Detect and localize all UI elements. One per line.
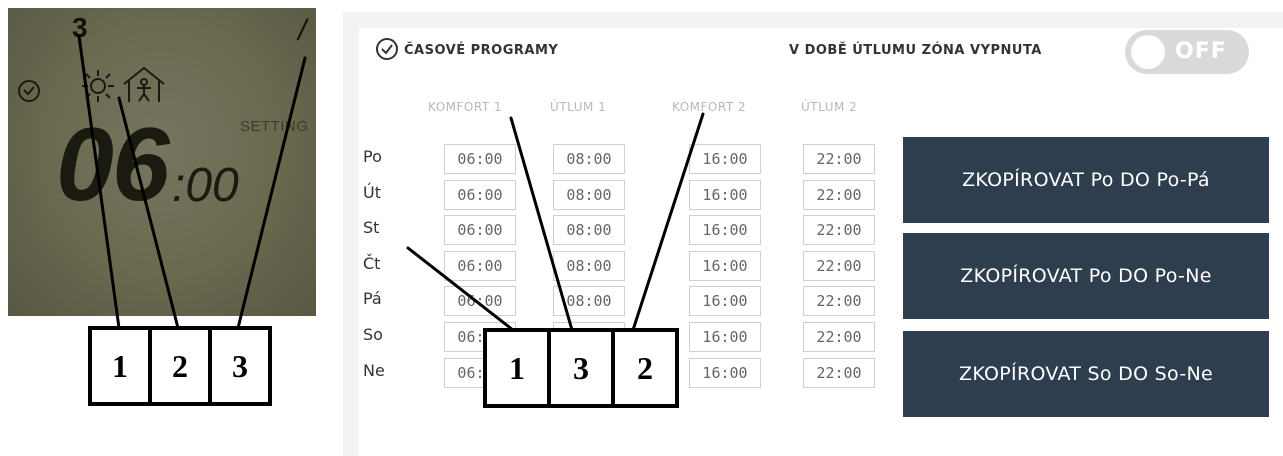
day-label: Út [363, 183, 381, 202]
day-label: Po [363, 147, 382, 166]
day-label: Čt [363, 254, 381, 273]
column-header-komfort-2: KOMFORT 2 [672, 100, 747, 114]
lcd-program-number: 3 [72, 12, 88, 43]
panel-callout-legend: 1 3 2 [483, 328, 679, 408]
time-input[interactable]: 22:00 [803, 322, 875, 352]
day-label: So [363, 325, 383, 344]
time-input[interactable]: 22:00 [803, 251, 875, 281]
time-input[interactable]: 08:00 [553, 180, 625, 210]
time-input[interactable]: 08:00 [553, 215, 625, 245]
time-input[interactable]: 16:00 [689, 251, 761, 281]
time-input[interactable]: 08:00 [553, 144, 625, 174]
callout-box-1: 1 [88, 326, 152, 406]
sun-icon [82, 70, 114, 102]
section-title: ČASOVÉ PROGRAMY [404, 43, 559, 58]
lcd-callout-legend: 1 2 3 [88, 326, 272, 406]
time-input[interactable]: 22:00 [803, 358, 875, 388]
day-label: Pá [363, 289, 382, 308]
lcd-display-photo: 3 / 06 :00 SETTING [8, 8, 316, 316]
toggle-knob [1131, 35, 1165, 69]
callout-box-3: 3 [208, 326, 272, 406]
lcd-corner-digit: / [298, 14, 307, 47]
copy-mon-to-weekdays-button[interactable]: ZKOPÍROVAT Po DO Po-Pá [903, 137, 1269, 223]
callout-box-2: 2 [611, 328, 679, 408]
time-input[interactable]: 08:00 [553, 286, 625, 316]
time-input[interactable]: 22:00 [803, 215, 875, 245]
clock-icon [376, 38, 398, 60]
column-header-komfort-1: KOMFORT 1 [428, 100, 503, 114]
time-input[interactable]: 16:00 [689, 215, 761, 245]
lcd-time-minutes: :00 [172, 159, 239, 212]
copy-mon-to-week-button[interactable]: ZKOPÍROVAT Po DO Po-Ne [903, 233, 1269, 319]
callout-box-1: 1 [483, 328, 551, 408]
time-input[interactable]: 22:00 [803, 180, 875, 210]
clock-icon [18, 80, 40, 102]
time-input[interactable]: 06:00 [444, 251, 516, 281]
time-input[interactable]: 16:00 [689, 358, 761, 388]
time-input[interactable]: 06:00 [444, 215, 516, 245]
column-header-utlum-2: ÚTLUM 2 [801, 100, 858, 114]
callout-box-2: 2 [148, 326, 212, 406]
home-person-icon [123, 66, 165, 102]
time-input[interactable]: 16:00 [689, 322, 761, 352]
time-input[interactable]: 16:00 [689, 180, 761, 210]
time-input[interactable]: 22:00 [803, 286, 875, 316]
time-input[interactable]: 06:00 [444, 286, 516, 316]
time-input[interactable]: 06:00 [444, 144, 516, 174]
mode-label: V DOBĚ ÚTLUMU ZÓNA VYPNUTA [789, 43, 1042, 58]
day-label: Ne [363, 361, 385, 380]
time-input[interactable]: 08:00 [553, 251, 625, 281]
column-header-utlum-1: ÚTLUM 1 [550, 100, 607, 114]
time-input[interactable]: 22:00 [803, 144, 875, 174]
toggle-state-label: OFF [1175, 39, 1227, 64]
day-label: St [363, 218, 380, 237]
lcd-time-hours: 06 [56, 107, 170, 223]
callout-box-3: 3 [547, 328, 615, 408]
lcd-setting-label: SETTING [240, 118, 309, 135]
zone-off-toggle[interactable]: OFF [1125, 30, 1249, 74]
time-input[interactable]: 06:00 [444, 180, 516, 210]
time-input[interactable]: 16:00 [689, 144, 761, 174]
time-input[interactable]: 16:00 [689, 286, 761, 316]
copy-sat-to-weekend-button[interactable]: ZKOPÍROVAT So DO So-Ne [903, 331, 1269, 417]
